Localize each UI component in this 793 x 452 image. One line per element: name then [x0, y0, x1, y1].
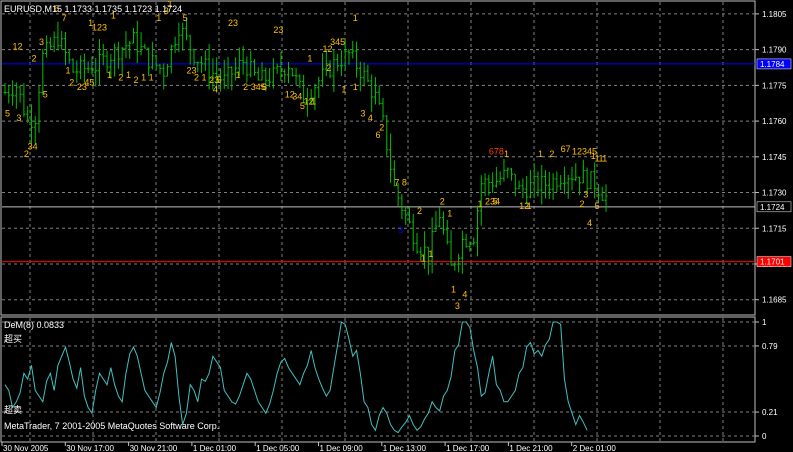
wave-label: 4: [213, 85, 218, 95]
wave-label: 34: [292, 92, 302, 102]
price-level-label: 1.1701: [760, 258, 785, 267]
time-tick-label: 30 Nov 21:00: [130, 444, 178, 452]
wave-label: 1: [149, 73, 154, 83]
wave-label: 1: [527, 201, 532, 211]
wave-label: 2: [31, 54, 36, 64]
indicator-tick-label: 0.21: [762, 408, 778, 417]
wave-label: 1: [126, 70, 131, 80]
wave-label: 345: [330, 37, 345, 47]
price-tick-label: 1.1775: [762, 81, 787, 90]
indicator-tick-label: 0: [762, 432, 767, 441]
wave-label: 1: [538, 149, 543, 159]
wave-label: 1: [65, 65, 70, 75]
wave-label: 2: [440, 196, 445, 206]
wave-label: 1: [478, 199, 483, 209]
wave-label: 1: [202, 73, 207, 83]
wave-label: 3: [398, 225, 403, 235]
chart-background: [0, 0, 793, 452]
price-level-label: 1.1724: [760, 203, 785, 212]
wave-label: 5: [595, 201, 600, 211]
price-tick-label: 1.1715: [762, 224, 787, 233]
wave-label: 2: [580, 199, 585, 209]
wave-label: 3: [583, 189, 588, 199]
time-tick-label: 1 Dec 21:00: [509, 444, 553, 452]
copyright-text: MetaTrader, 7 2001-2005 MetaQuotes Softw…: [4, 421, 219, 431]
wave-label: 3: [16, 113, 21, 123]
wave-label: 23: [273, 25, 283, 35]
wave-label: 2: [118, 73, 123, 83]
wave-label: 5: [217, 75, 222, 85]
wave-label: 6: [262, 82, 267, 92]
wave-label: 1: [236, 70, 241, 80]
wave-label: 23: [228, 18, 238, 28]
wave-label: 2: [326, 63, 331, 73]
price-tick-label: 1.1730: [762, 189, 787, 198]
wave-label: 1: [141, 73, 146, 83]
wave-label: 5: [183, 13, 188, 23]
wave-label: 1: [353, 82, 358, 92]
wave-label: 1: [307, 54, 312, 64]
wave-label: 12: [13, 42, 23, 52]
wave-label: 3: [360, 108, 365, 118]
time-tick-label: 1 Dec 09:00: [320, 444, 364, 452]
indicator-tick-label: 1: [762, 318, 767, 327]
wave-label: 1: [428, 249, 433, 259]
wave-label: 8: [402, 177, 407, 187]
time-tick-label: 1 Dec 13:00: [383, 444, 427, 452]
wave-label: 2: [69, 77, 74, 87]
wave-label: 4: [462, 289, 467, 299]
wave-label: 3: [455, 301, 460, 311]
wave-label: 34: [28, 142, 38, 152]
wave-label: 7: [394, 177, 399, 187]
wave-label: 2: [24, 149, 29, 159]
wave-label: 4: [587, 218, 592, 228]
wave-label: 2: [243, 82, 248, 92]
wave-label: 2: [379, 123, 384, 133]
wave-label: 3: [39, 37, 44, 47]
wave-label: 5: [43, 89, 48, 99]
time-tick-label: 2 Dec 01:00: [573, 444, 617, 452]
indicator-tick-label: 0.79: [762, 342, 778, 351]
price-tick-label: 1.1745: [762, 153, 787, 162]
wave-label: 2: [417, 206, 422, 216]
wave-label: 67: [561, 144, 571, 154]
wave-label: 678: [489, 146, 504, 156]
indicator-title: DeM(8) 0.0833: [4, 320, 64, 330]
trading-chart[interactable]: 125 33422356712 2345112311 2 1 2 1 11315232 1 234…: [0, 0, 793, 452]
wave-label: 1: [598, 154, 603, 164]
wave-label: 1: [447, 208, 452, 218]
wave-label: 2: [134, 75, 139, 85]
time-tick-label: 1 Dec 01:00: [193, 444, 237, 452]
price-level-label: 1.1784: [760, 60, 785, 69]
wave-label: 1: [353, 13, 358, 23]
wave-label: 1: [504, 149, 509, 159]
oversold-label: 超卖: [4, 404, 22, 415]
time-tick-label: 30 Nov 17:00: [66, 444, 114, 452]
wave-label: 1: [451, 285, 456, 295]
price-tick-label: 1.1805: [762, 10, 787, 19]
time-tick-label: 1 Dec 05:00: [256, 444, 300, 452]
wave-label: 45: [84, 77, 94, 87]
price-tick-label: 1.1790: [762, 46, 787, 55]
wave-label: 1: [341, 85, 346, 95]
wave-label: 7: [62, 13, 67, 23]
wave-label: 123: [92, 23, 107, 33]
wave-label: 1: [311, 96, 316, 106]
time-tick-label: 30 Nov 2005: [3, 444, 49, 452]
wave-label: 1: [107, 70, 112, 80]
wave-label: 4: [368, 113, 373, 123]
time-tick-label: 1 Dec 17:00: [446, 444, 490, 452]
symbol-header: EURUSD,M15 1.1733 1.1735 1.1723 1.1724: [4, 4, 182, 14]
wave-label: 1: [421, 254, 426, 264]
wave-label: 2: [194, 73, 199, 83]
wave-label: 5: [493, 196, 498, 206]
wave-label: 1: [156, 13, 161, 23]
wave-label: 5: [5, 108, 10, 118]
price-tick-label: 1.1760: [762, 117, 787, 126]
wave-label: 2: [549, 149, 554, 159]
overbought-label: 超买: [4, 333, 22, 344]
price-tick-label: 1.1685: [762, 296, 787, 305]
